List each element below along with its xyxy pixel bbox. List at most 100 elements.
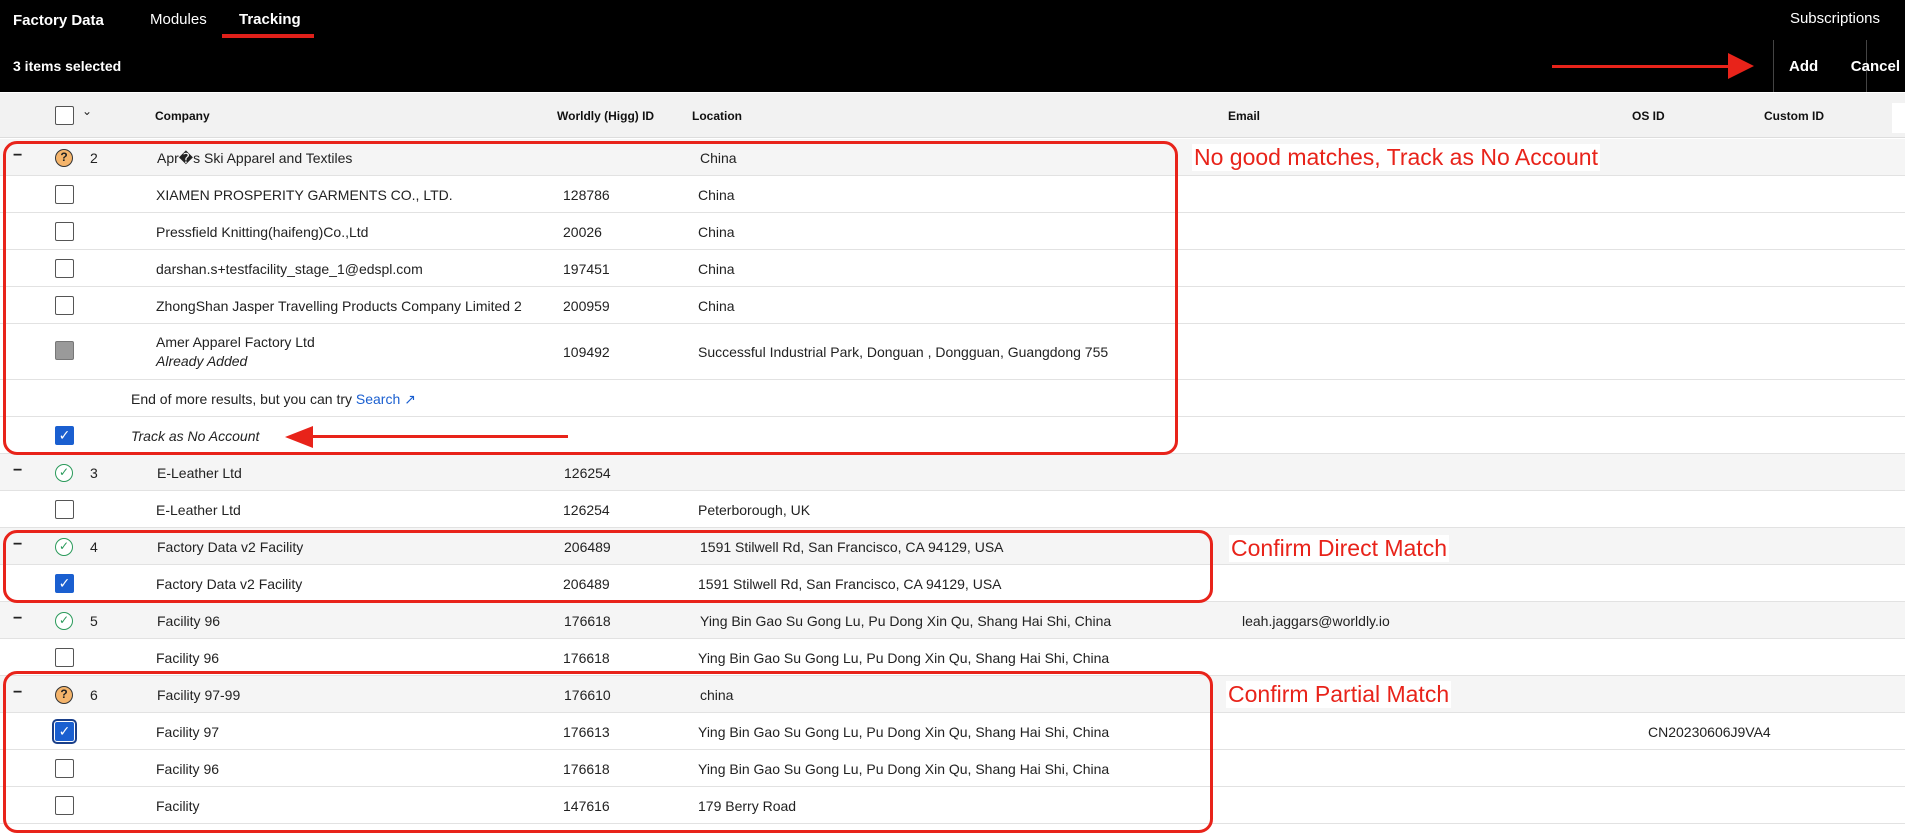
question-icon: ? <box>55 686 73 704</box>
collapse-icon[interactable]: − <box>13 536 22 554</box>
tab-modules[interactable]: Modules <box>150 11 207 28</box>
annotation-no-match: No good matches, Track as No Account <box>1192 144 1600 171</box>
worldly-id: 128786 <box>563 187 610 203</box>
table-row: Facility 96 176618 Ying Bin Gao Su Gong Lu… <box>0 639 1905 676</box>
worldly-id: 176613 <box>563 724 610 740</box>
email: leah.jaggars@worldly.io <box>1242 613 1390 629</box>
row-checkbox[interactable] <box>55 759 74 778</box>
active-tab-indicator <box>222 34 314 38</box>
company-name: Factory Data v2 Facility <box>157 539 304 555</box>
company-name: Facility <box>156 798 200 814</box>
group-row: −? 2 Apr�s Ski Apparel and Textiles China <box>0 139 1905 176</box>
company-name: Apr�s Ski Apparel and Textiles <box>157 150 353 166</box>
top-nav: Factory Data Modules Tracking Subscripti… <box>0 0 1905 40</box>
table-row: End of more results, but you can try Sea… <box>0 380 1905 417</box>
location: China <box>698 224 735 240</box>
group-row: − ✓ 4 Factory Data v2 Facility 206489 1591 St… <box>0 528 1905 565</box>
track-no-account-label: Track as No Account <box>131 428 260 444</box>
company-name: Facility 96 <box>156 650 220 666</box>
chevron-down-icon[interactable]: ⌄ <box>82 104 92 118</box>
table-header: ⌄ Company Worldly (Higg) ID Location Ema… <box>0 93 1905 138</box>
col-os-id[interactable]: OS ID <box>1632 109 1665 123</box>
group-number: 5 <box>90 613 98 629</box>
group-row: −? 6 Facility 97-99 176610 china <box>0 676 1905 713</box>
location: China <box>700 150 737 166</box>
company-name: Facility 96 <box>156 761 220 777</box>
collapse-icon[interactable]: − <box>13 610 22 628</box>
location: China <box>698 187 735 203</box>
worldly-id: 176618 <box>563 761 610 777</box>
already-added-label: Already Added <box>156 353 248 369</box>
row-checkbox[interactable] <box>55 500 74 519</box>
table-row: ✓ Facility 97 176613 Ying Bin Gao Su Gong L… <box>0 713 1905 750</box>
col-worldly-id[interactable]: Worldly (Higg) ID <box>557 109 654 123</box>
worldly-id: 176618 <box>564 613 611 629</box>
col-custom-id[interactable]: Custom ID <box>1764 109 1824 123</box>
worldly-id: 200959 <box>563 298 610 314</box>
selected-count: 3 items selected <box>13 58 122 74</box>
table-row: Facility 96 176618 Ying Bin Gao Su Gong Lu… <box>0 750 1905 787</box>
company-name: darshan.s+testfacility_stage_1@edspl.com <box>156 261 423 277</box>
company-name: ZhongShan Jasper Travelling Products Com… <box>156 298 522 314</box>
annotation-arrow-line <box>1552 65 1730 68</box>
brand-logo[interactable]: Factory Data <box>13 12 104 29</box>
annotation-direct-match: Confirm Direct Match <box>1229 535 1449 562</box>
table-row: Pressfield Knitting(haifeng)Co.,Ltd 20026… <box>0 213 1905 250</box>
track-no-account-checkbox[interactable]: ✓ <box>55 426 74 445</box>
row-checkbox[interactable] <box>55 259 74 278</box>
company-name: E-Leather Ltd <box>156 502 241 518</box>
group-number: 6 <box>90 687 98 703</box>
table-row: XIAMEN PROSPERITY GARMENTS CO., LTD. 1287… <box>0 176 1905 213</box>
group-row: − ✓ 5 Facility 96 176618 Ying Bin Gao Su Gong… <box>0 602 1905 639</box>
worldly-id: 20026 <box>563 224 602 240</box>
row-checkbox[interactable] <box>55 648 74 667</box>
row-checkbox[interactable] <box>55 296 74 315</box>
selection-bar: 3 items selected Add Cancel <box>0 40 1905 92</box>
worldly-id: 176610 <box>564 687 611 703</box>
match-ok-icon: ✓ <box>55 612 73 630</box>
col-location[interactable]: Location <box>692 109 742 123</box>
location: 179 Berry Road <box>698 798 797 814</box>
cancel-button[interactable]: Cancel <box>1851 58 1900 75</box>
collapse-icon[interactable]: − <box>13 684 22 702</box>
col-email[interactable]: Email <box>1228 109 1260 123</box>
location: Ying Bin Gao Su Gong Lu, Pu Dong Xin Qu,… <box>698 650 1110 666</box>
location: Peterborough, UK <box>698 502 811 518</box>
more-results-text: End of more results, but you can try Sea… <box>131 391 416 407</box>
company-name: Facility 97 <box>156 724 220 740</box>
group-number: 3 <box>90 465 98 481</box>
company-name: Facility 96 <box>157 613 221 629</box>
add-button[interactable]: Add <box>1789 58 1818 75</box>
row-checkbox[interactable] <box>55 796 74 815</box>
annotation-arrow-head <box>285 426 313 448</box>
collapse-icon[interactable]: − <box>13 147 22 165</box>
location: china <box>700 687 734 703</box>
worldly-id: 206489 <box>563 576 610 592</box>
table-row: darshan.s+testfacility_stage_1@edspl.com… <box>0 250 1905 287</box>
table-row: Facility 147616 179 Berry Road <box>0 787 1905 824</box>
company-name: Pressfield Knitting(haifeng)Co.,Ltd <box>156 224 369 240</box>
row-checkbox[interactable]: ✓ <box>52 719 77 744</box>
location: Ying Bin Gao Su Gong Lu, Pu Dong Xin Qu,… <box>698 724 1110 740</box>
subscriptions-link[interactable]: Subscriptions <box>1790 10 1880 27</box>
select-all-checkbox[interactable] <box>55 106 74 125</box>
search-link[interactable]: Search ↗ <box>356 391 416 407</box>
divider <box>1773 40 1774 92</box>
col-company[interactable]: Company <box>155 109 210 123</box>
company-name: Facility 97-99 <box>157 687 241 703</box>
row-checkbox[interactable] <box>55 222 74 241</box>
match-ok-icon: ✓ <box>55 464 73 482</box>
table-row: ZhongShan Jasper Travelling Products Com… <box>0 287 1905 324</box>
collapse-icon[interactable]: − <box>13 462 22 480</box>
row-checkbox[interactable] <box>55 185 74 204</box>
table-row: Amer Apparel Factory Ltd Already Added 109… <box>0 324 1905 380</box>
row-checkbox[interactable]: ✓ <box>55 574 74 593</box>
worldly-id: 147616 <box>563 798 610 814</box>
company-name: E-Leather Ltd <box>157 465 242 481</box>
tab-tracking[interactable]: Tracking <box>239 11 301 28</box>
worldly-id: 109492 <box>563 344 610 360</box>
company-name: XIAMEN PROSPERITY GARMENTS CO., LTD. <box>156 187 453 203</box>
os-id: CN20230606J9VA4 <box>1648 724 1771 740</box>
company-name: Factory Data v2 Facility <box>156 576 303 592</box>
annotation-partial-match: Confirm Partial Match <box>1226 681 1452 708</box>
